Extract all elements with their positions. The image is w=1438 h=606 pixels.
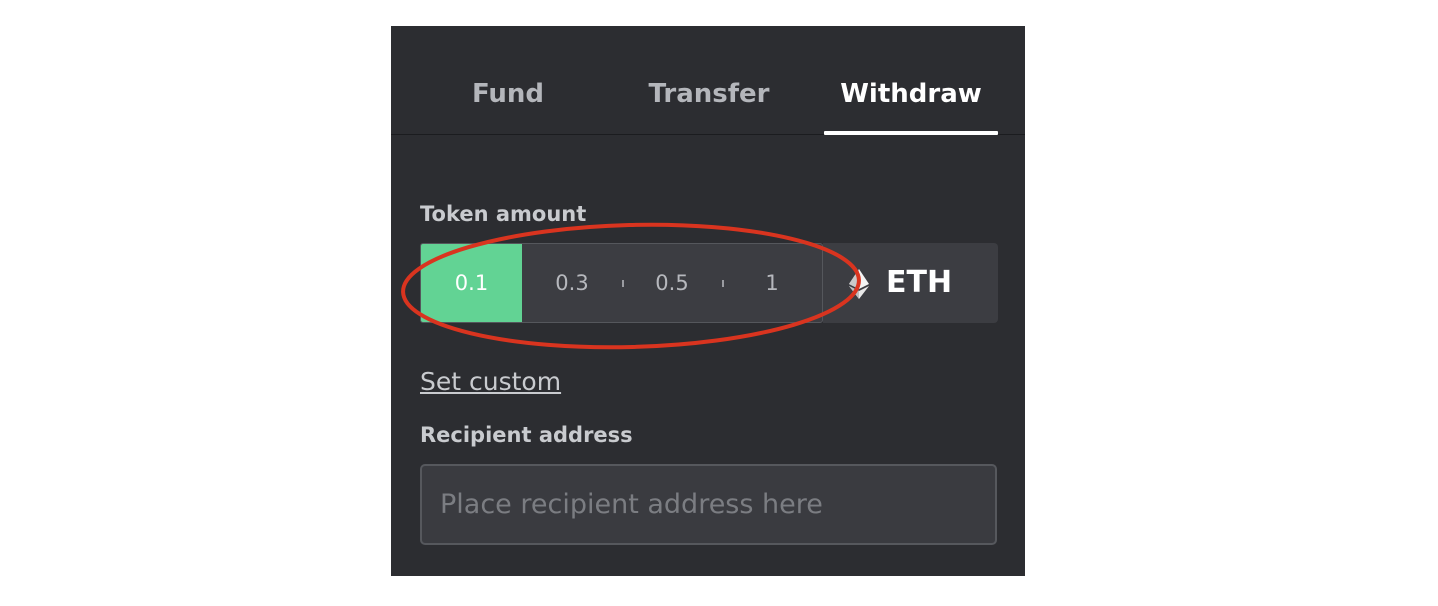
amount-option-0-1[interactable]: 0.1: [421, 244, 522, 322]
divider-tick: [622, 280, 624, 287]
amount-option-0-5[interactable]: 0.5: [622, 244, 722, 322]
tab-bar: Fund Transfer Withdraw: [391, 26, 1025, 135]
divider-tick: [722, 280, 724, 287]
tab-transfer[interactable]: Transfer: [631, 74, 787, 114]
amount-option-1[interactable]: 1: [722, 244, 822, 322]
set-custom-link[interactable]: Set custom: [420, 367, 561, 396]
tab-withdraw[interactable]: Withdraw: [824, 74, 998, 114]
active-tab-indicator: [824, 131, 998, 135]
token-display: ETH: [823, 243, 998, 323]
token-symbol: ETH: [886, 265, 953, 300]
withdraw-panel: Fund Transfer Withdraw Token amount 0.1 …: [391, 26, 1025, 576]
token-amount-label: Token amount: [420, 202, 587, 226]
tab-fund[interactable]: Fund: [429, 74, 587, 114]
token-amount-selector: 0.1 0.3 0.5 1: [420, 243, 823, 323]
ethereum-icon: [849, 269, 869, 299]
amount-option-0-3[interactable]: 0.3: [522, 244, 622, 322]
recipient-address-label: Recipient address: [420, 423, 633, 447]
recipient-address-input[interactable]: [420, 464, 997, 545]
